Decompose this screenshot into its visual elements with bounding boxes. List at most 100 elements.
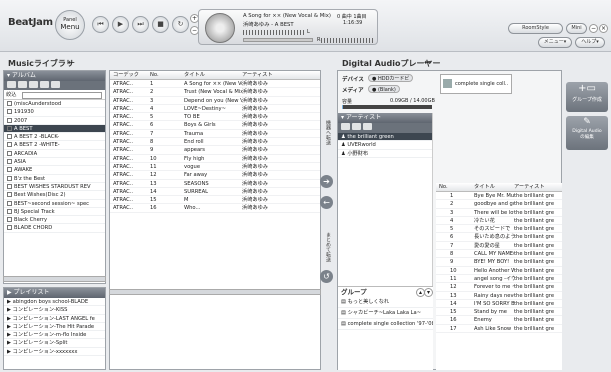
col-no[interactable]: No. — [150, 71, 184, 80]
dcol-artist[interactable]: アーティスト — [514, 183, 554, 192]
device-track-row[interactable]: 11 angel song -イヴの..the brilliant green — [436, 275, 562, 284]
album-item[interactable]: BLADE CHORD — [4, 224, 105, 233]
album-item[interactable]: 191930 — [4, 108, 105, 117]
track-row[interactable]: ATRAC.. 1 A Song for ×× (New Voca..浜崎あゆみ — [110, 80, 320, 89]
track-row[interactable]: ATRAC.. 9 appears 浜崎あゆみ — [110, 146, 320, 155]
checkbox-icon[interactable] — [7, 142, 12, 148]
disc-icon[interactable] — [29, 81, 38, 88]
menu-dropdown[interactable]: メニュー▾ — [538, 37, 572, 48]
track-row[interactable]: ATRAC.. 6 Boys & Girls 浜崎あゆみ — [110, 121, 320, 130]
track-row[interactable]: ATRAC.. 7 Trauma 浜崎あゆみ — [110, 130, 320, 139]
album-item[interactable]: BJ Special Track — [4, 208, 105, 217]
track-row[interactable]: ATRAC.. 5 TO BE 浜崎あゆみ — [110, 113, 320, 122]
album-item[interactable]: A BEST 2 -BLACK- — [4, 133, 105, 142]
checkbox-icon[interactable] — [7, 109, 12, 115]
device-track-row[interactable]: 12 Forever to me ~..the brilliant green — [436, 283, 562, 292]
search-icon[interactable] — [51, 81, 60, 88]
checkbox-icon[interactable] — [7, 117, 12, 123]
playlist-item[interactable]: ▶ コンピレーション-xxxxxxx — [4, 348, 105, 357]
device-track-row[interactable]: 5 そのスピードでthe brilliant green — [436, 225, 562, 234]
grid-icon[interactable] — [7, 81, 16, 88]
checkbox-icon[interactable] — [7, 200, 12, 206]
album-item[interactable]: AWAKE — [4, 166, 105, 175]
album-item[interactable]: ARCADIA — [4, 150, 105, 159]
playlist-item[interactable]: ▶ コンピレーション-Split — [4, 339, 105, 348]
checkbox-icon[interactable] — [7, 125, 12, 131]
dcol-no[interactable]: No. — [436, 183, 474, 192]
device-track-row[interactable]: 1 Bye Bye Mr. Mugthe brilliant green — [436, 192, 562, 201]
transfer-right-icon[interactable]: ➔ — [320, 175, 333, 188]
playlist-item[interactable]: ▶ abingdon boys school-BLADE — [4, 298, 105, 307]
album-item[interactable]: Best Wishes(Disc 2) — [4, 191, 105, 200]
group-item[interactable]: ▤ もっと美しくなれ — [338, 297, 433, 308]
checkbox-icon[interactable] — [7, 225, 12, 231]
checkbox-icon[interactable] — [7, 134, 12, 140]
playlist-item[interactable]: ▶ コンピレーション-m-flo Inside — [4, 331, 105, 340]
device-track-row[interactable]: 2 goodbye and good..the brilliant green — [436, 200, 562, 209]
checkbox-icon[interactable] — [7, 150, 12, 156]
album-item[interactable]: A BEST — [4, 124, 105, 134]
edit-device-button[interactable]: ✎ Digital Audio の編集 — [566, 116, 608, 150]
device-select[interactable]: ● HDDカードビ — [368, 74, 414, 82]
track-row[interactable]: ATRAC.. 3 Depend on you (New Vocal ..浜崎あゆみ — [110, 97, 320, 105]
checkbox-icon[interactable] — [7, 208, 12, 214]
previous-icon[interactable]: ⏮ — [92, 16, 109, 33]
playlist-item[interactable]: ▶ コンピレーション-KISS — [4, 306, 105, 315]
album-item[interactable]: 2007 — [4, 117, 105, 125]
device-track-row[interactable]: 14 I'M SO SORRY B..the brilliant green — [436, 300, 562, 309]
note-icon[interactable] — [40, 81, 49, 88]
checkbox-icon[interactable] — [7, 101, 12, 106]
group-item[interactable]: ▤ complete single collection '97-'08 — [338, 319, 433, 330]
media-select[interactable]: ● (Blank) — [368, 85, 400, 93]
track-row[interactable]: ATRAC.. 12 Far away 浜崎あゆみ — [110, 171, 320, 180]
device-track-row[interactable]: 4 冷たい花 the brilliant green — [436, 217, 562, 226]
transfer-left-icon[interactable]: ← — [320, 196, 333, 209]
album-item[interactable]: B'z the Best — [4, 175, 105, 183]
artist-item[interactable]: ♟ 小野財布 — [338, 150, 432, 158]
mini-button[interactable]: Mini — [566, 23, 587, 34]
playlist-item[interactable]: ▶ コンピレーション-LAST ANGEL fe — [4, 315, 105, 323]
checkbox-icon[interactable] — [7, 159, 12, 165]
device-track-row[interactable]: 17 Ash Like Snowthe brilliant green — [436, 325, 562, 334]
collection-thumb[interactable]: complete single coll.. — [440, 74, 512, 94]
album-item[interactable]: A BEST 2 -WHITE- — [4, 141, 105, 150]
help-dropdown[interactable]: ヘルプ▾ — [575, 37, 605, 48]
device-track-row[interactable]: 16 Enemy the brilliant green — [436, 316, 562, 325]
device-track-row[interactable]: 10 Hello Another Wa..the brilliant green — [436, 267, 562, 275]
device-track-row[interactable]: 15 Stand by me the brilliant green — [436, 308, 562, 317]
checkbox-icon[interactable] — [7, 175, 12, 181]
checkbox-icon[interactable] — [7, 192, 12, 198]
grid-icon[interactable] — [341, 123, 350, 130]
roomstyle-button[interactable]: RoomStyle — [508, 23, 563, 34]
track-row[interactable]: ATRAC.. 10 Fly high 浜崎あゆみ — [110, 155, 320, 163]
library-arrow-icon[interactable]: ← — [68, 58, 75, 67]
device-track-row[interactable]: 6 長いため息のようにthe brilliant green — [436, 233, 562, 242]
album-item[interactable]: (miscAunderstood — [4, 100, 105, 109]
device-track-row[interactable]: 9 BYE! MY BOY! the brilliant green — [436, 258, 562, 267]
track-scrollbar[interactable] — [109, 289, 321, 295]
seek-bar[interactable] — [243, 38, 313, 42]
list-icon[interactable] — [18, 81, 27, 88]
album-item[interactable]: ASIA — [4, 158, 105, 167]
filter-input[interactable] — [22, 92, 102, 99]
panel-menu-button[interactable]: Panel Menu — [55, 10, 85, 40]
track-row[interactable]: ATRAC.. 14 SURREAL 浜崎あゆみ — [110, 188, 320, 197]
artist-item[interactable]: ♟ UVERworld — [338, 141, 432, 150]
album-item[interactable]: BEST WISHES STARDUST REV — [4, 183, 105, 192]
group-item[interactable]: ▤ シャカビーチ~Laka Laka La~ — [338, 308, 433, 319]
track-row[interactable]: ATRAC.. 11 vogue 浜崎あゆみ — [110, 163, 320, 172]
track-row[interactable]: ATRAC.. 4 LOVE~Destiny~ 浜崎あゆみ — [110, 105, 320, 114]
track-row[interactable]: ATRAC.. 16 Who... 浜崎あゆみ — [110, 204, 320, 213]
device-track-row[interactable]: 8 CALL MY NAME(..the brilliant green — [436, 250, 562, 259]
device-arrow-icon[interactable]: ← — [424, 58, 431, 67]
stop-icon[interactable]: ■ — [152, 16, 169, 33]
group-down-icon[interactable]: ▾ — [424, 288, 433, 297]
track-row[interactable]: ATRAC.. 13 SEASONS 浜崎あゆみ — [110, 180, 320, 188]
create-group-button[interactable]: +▭ グループ作成 — [566, 82, 608, 112]
batch-transfer-icon[interactable]: ↺ — [320, 270, 333, 283]
track-row[interactable]: ATRAC.. 15 M 浜崎あゆみ — [110, 196, 320, 205]
track-row[interactable]: ATRAC.. 2 Trust (New Vocal & Mix)浜崎あゆみ — [110, 88, 320, 97]
list-icon[interactable] — [352, 123, 361, 130]
device-track-row[interactable]: 13 Rainy days never..the brilliant green — [436, 292, 562, 300]
col-codec[interactable]: コーデック — [110, 71, 150, 80]
